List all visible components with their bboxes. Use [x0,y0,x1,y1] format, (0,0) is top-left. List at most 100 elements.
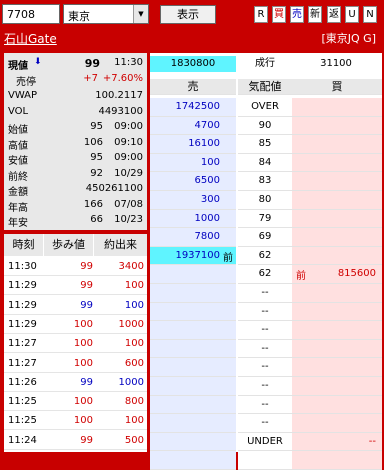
change-row: 売停 +7 +7.60% [4,72,147,88]
show-button[interactable]: 表示 [160,5,216,24]
board-sell-cell[interactable] [150,302,236,322]
board-buy-cell[interactable] [292,377,382,396]
board-price-cell[interactable]: 79 [238,209,292,229]
trade-volume: 100 [124,299,144,311]
board-sell-cell[interactable] [150,358,236,377]
info-value: 450261100 [85,183,143,194]
board-price-cell[interactable]: -- [238,395,292,415]
board-sell-cell[interactable] [150,414,236,433]
info-label: 始値 [8,125,28,136]
toolbar-button-2[interactable]: 売 [290,6,304,23]
board-sell-cell[interactable]: 16100 [150,135,236,154]
board-price-cell[interactable]: 85 [238,135,292,154]
board-buy-cell[interactable] [292,135,382,154]
board-price-cell[interactable]: 69 [238,228,292,247]
info-row: 前終 92 10/29 [4,167,147,183]
board-price-cell[interactable]: OVER [238,98,292,117]
toolbar-button-0[interactable]: R [254,6,268,23]
market-buy-volume: 31100 [320,58,352,69]
info-value: 92 [90,167,103,179]
board-price-cell[interactable]: 80 [238,191,292,210]
board-sell-cell[interactable] [150,377,236,396]
board-price-cell[interactable]: 62 [238,265,292,284]
board-sell-cell[interactable] [150,432,236,452]
board-sell-cell[interactable]: 4700 [150,116,236,136]
board-buy-cell[interactable] [292,116,382,136]
board-price-cell[interactable]: 84 [238,153,292,173]
toolbar-button-3[interactable]: 新 [308,6,322,23]
board-buy-cell[interactable] [292,302,382,322]
trade-row: 11:29 99 100 [4,277,147,296]
change-percent: +7.60% [102,73,143,84]
info-label: VWAP [8,90,38,101]
board-price-cell[interactable]: -- [238,321,292,340]
board-price-cell[interactable]: -- [238,339,292,359]
board-buy-cell[interactable] [292,228,382,247]
board-sell-cell[interactable] [150,339,236,359]
board-buy-cell[interactable] [292,246,382,266]
prev-close-mark: 前 [296,271,306,283]
board-sell-cell[interactable] [150,451,236,470]
board-price-cell[interactable]: -- [238,358,292,377]
board-sell-cell[interactable]: 1742500 [150,98,236,117]
trade-time: 11:29 [8,299,37,311]
trade-time: 11:27 [8,338,37,350]
info-row: 年安 66 10/23 [4,213,147,229]
trade-row: 11:27 100 100 [4,335,147,354]
board-price-cell[interactable] [238,451,292,470]
board-sell-cell[interactable]: 6500 [150,172,236,191]
board-sell-cell[interactable] [150,265,236,284]
board-buy-cell[interactable] [292,321,382,340]
trade-price: 99 [80,299,93,311]
board-sell-cell[interactable]: 100 [150,153,236,173]
board-price-cell[interactable]: -- [238,377,292,396]
board-sell-cell[interactable]: 7800 [150,228,236,247]
market-select[interactable]: 東京 ▼ [63,4,149,24]
board-price-cell[interactable]: UNDER [238,432,292,452]
board-sell-cell[interactable]: 1000 [150,209,236,229]
info-time: 09:10 [114,136,143,148]
info-row: 始値 95 09:00 [4,120,147,136]
board-sell-cell[interactable] [150,395,236,415]
board-buy-cell[interactable] [292,98,382,117]
trade-row: 11:29 99 100 [4,297,147,315]
board-buy-cell[interactable] [292,153,382,173]
board-price-cell[interactable]: 90 [238,116,292,136]
code-input[interactable]: 7708 [2,4,60,24]
board-buy-cell[interactable] [292,451,382,470]
board-price-cell[interactable]: 83 [238,172,292,191]
toolbar-button-1[interactable]: 買 [272,6,286,23]
price-row: 現値 ⬇ 99 11:30 [4,56,147,72]
board-buy-cell[interactable] [292,284,382,303]
board-buy-cell[interactable] [292,339,382,359]
info-time: 07/08 [114,198,143,210]
board-price-cell[interactable]: -- [238,414,292,433]
board-buy-cell[interactable] [292,191,382,210]
board-sell-cell[interactable] [150,284,236,303]
info-label: 年安 [8,218,28,229]
chevron-down-icon[interactable]: ▼ [133,5,148,23]
board-header-price: 気配値 [238,79,292,95]
trade-row: 11:30 99 3400 [4,258,147,276]
board-buy-cell[interactable] [292,358,382,377]
board-buy-cell[interactable] [292,414,382,433]
board-buy-cell[interactable] [292,172,382,191]
toolbar-button-4[interactable]: 返 [327,6,341,23]
board-buy-cell[interactable]: -- [292,432,382,452]
board-sell-cell[interactable]: 300 [150,191,236,210]
info-label: 高値 [8,140,28,152]
stock-name-link[interactable]: 石山Gate [4,30,57,47]
board-price-cell[interactable]: 62 [238,246,292,266]
board-buy-cell[interactable] [292,395,382,415]
trade-time: 11:24 [8,434,37,446]
board-price-cell[interactable]: -- [238,302,292,322]
board-sell-cell[interactable] [150,321,236,340]
board-price-cell[interactable]: -- [238,284,292,303]
info-label: 前終 [8,171,28,183]
toolbar-button-5[interactable]: U [345,6,359,23]
trade-row: 11:25 100 800 [4,393,147,412]
order-book: 1830800 成行 31100 売 気配値 買 1742500 OVER 4700… [150,53,382,470]
board-buy-cell[interactable] [292,209,382,229]
toolbar-button-6[interactable]: N [363,6,377,23]
board-header-buy: 買 [292,79,382,95]
